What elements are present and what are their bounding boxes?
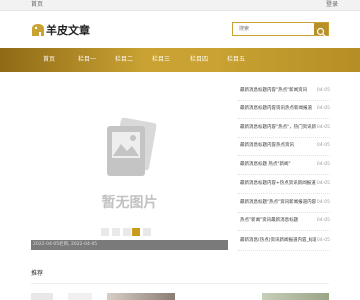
news-title[interactable]: 最新消息标题 热点"新闻" xyxy=(240,161,316,169)
news-item[interactable]: 最新消息标题内容"热点"新闻资讯 04-05 xyxy=(238,84,330,101)
top-link-home[interactable]: 首页 xyxy=(31,0,43,10)
site-logo[interactable]: 羊皮文章 xyxy=(30,22,90,40)
nav-item-1[interactable]: 首页 xyxy=(34,48,64,72)
news-title[interactable]: 最新消息(热点)资讯新闻报道内容_标题+新闻报道 xyxy=(240,237,316,245)
news-title[interactable]: 最新消息标题内容"热点"新闻资讯 xyxy=(240,87,316,95)
news-date: 04-05 xyxy=(316,125,330,130)
logo-text: 羊皮文章 xyxy=(46,24,90,37)
news-item[interactable]: 最新消息标题"热点"资讯新闻报道内容标题04-05 xyxy=(238,196,330,213)
news-title[interactable]: 最新消息标题"热点"资讯新闻报道内容标题 xyxy=(240,199,316,207)
banner-caption-text[interactable]: 2022-04-05栏目, 2022-04-05 xyxy=(33,240,97,250)
nav-item-3[interactable]: 栏目二 xyxy=(109,48,139,72)
news-date: 04-05 xyxy=(316,88,330,93)
news-title[interactable]: 最新消息标题内容+热点资讯新闻报道 xyxy=(240,180,316,188)
top-bar: 首页 登录 xyxy=(0,0,360,11)
no-image-text: 暂无图片 xyxy=(101,195,158,211)
nav-item-2[interactable]: 栏目一 xyxy=(72,48,102,72)
news-date: 04-05 xyxy=(316,162,330,167)
nav-item-5[interactable]: 栏目四 xyxy=(184,48,214,72)
news-item[interactable]: 最新消息标题内容+热点资讯新闻报道 04-05 xyxy=(238,177,330,194)
article-thumbnail[interactable] xyxy=(107,293,175,300)
news-title[interactable]: 热点"新闻"资讯最新消息标题 xyxy=(240,217,316,225)
article-thumbnail[interactable] xyxy=(68,293,92,300)
slider-dot[interactable] xyxy=(112,228,120,236)
nav-item-4[interactable]: 栏目三 xyxy=(146,48,176,72)
search-box xyxy=(232,22,329,37)
slider-dot[interactable] xyxy=(143,228,151,236)
section-divider xyxy=(31,283,329,284)
slider-dot-active[interactable] xyxy=(132,228,140,236)
news-title[interactable]: 最新消息标题内容资讯热点新闻报道 xyxy=(240,105,316,113)
news-item[interactable]: 最新消息标题内容"热点"，热门资讯新闻报道内容04-05 xyxy=(238,121,330,138)
news-date: 04-05 xyxy=(316,218,330,223)
banner-slider[interactable]: 暂无图片 xyxy=(31,84,228,251)
slider-dot[interactable] xyxy=(101,228,109,236)
news-date: 04-05 xyxy=(316,200,330,205)
news-title[interactable]: 最新消息标题内容热点资讯 xyxy=(240,142,316,150)
article-thumbnail[interactable] xyxy=(262,293,329,300)
news-date: 04-05 xyxy=(316,181,330,186)
nav-item-6[interactable]: 栏目五 xyxy=(221,48,251,72)
image-placeholder-icon xyxy=(107,117,157,176)
search-input[interactable] xyxy=(233,23,315,35)
section-title: 推荐 xyxy=(31,270,44,277)
news-title[interactable]: 最新消息标题内容"热点"，热门资讯新闻报道内容 xyxy=(240,124,316,132)
news-date: 04-05 xyxy=(316,143,330,148)
news-date: 04-05 xyxy=(316,238,330,243)
top-link-login[interactable]: 登录 xyxy=(326,0,338,10)
search-button[interactable] xyxy=(314,23,328,37)
main-nav: 首页 栏目一 栏目二 栏目三 栏目四 栏目五 xyxy=(0,48,360,72)
news-item[interactable]: 最新消息标题内容资讯热点新闻报道 04-05 xyxy=(238,102,330,119)
logo-icon xyxy=(32,24,44,36)
news-date: 04-05 xyxy=(316,106,330,111)
news-item[interactable]: 最新消息(热点)资讯新闻报道内容_标题+新闻报道04-05 xyxy=(238,234,330,251)
news-item[interactable]: 热点"新闻"资讯最新消息标题 04-05 xyxy=(238,214,330,231)
banner-caption: 2022-04-05栏目, 2022-04-05 xyxy=(31,240,228,250)
news-item[interactable]: 最新消息标题 热点"新闻" 04-05 xyxy=(238,158,330,175)
search-icon xyxy=(316,27,326,37)
article-thumbnail[interactable] xyxy=(31,293,53,300)
slider-dot[interactable] xyxy=(123,228,131,236)
news-item[interactable]: 最新消息标题内容热点资讯 04-05 xyxy=(238,139,330,156)
